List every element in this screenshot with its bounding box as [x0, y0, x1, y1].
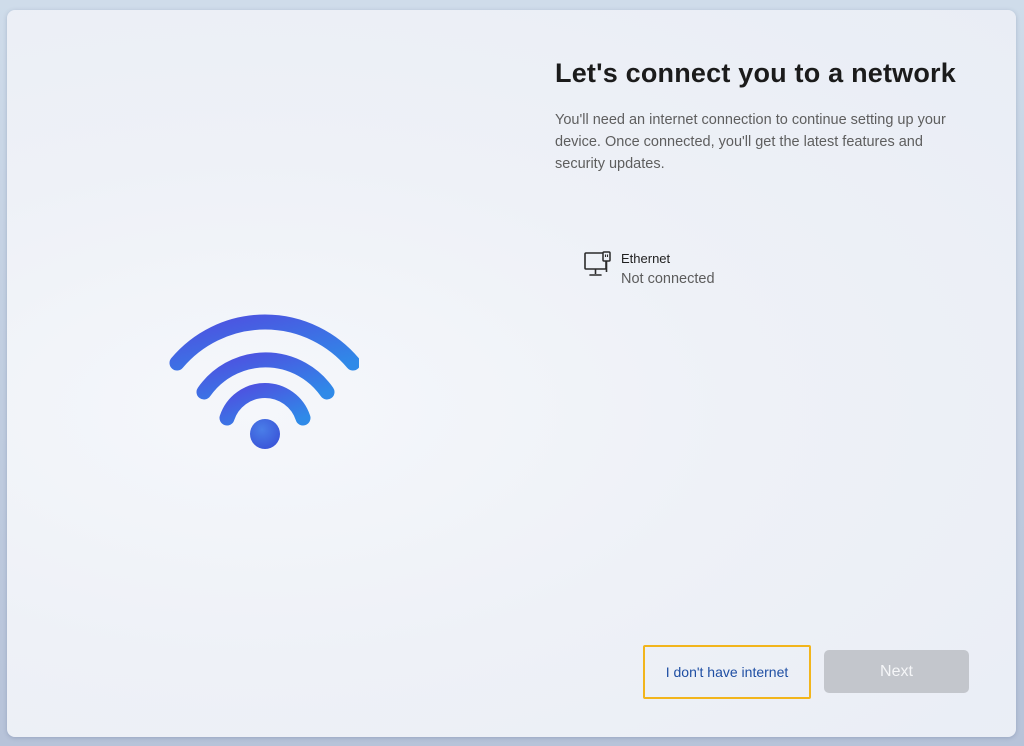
network-item-ethernet[interactable]: Ethernet Not connected — [577, 246, 721, 294]
ethernet-icon — [584, 251, 611, 276]
next-button[interactable]: Next — [824, 650, 969, 693]
network-item-text: Ethernet Not connected — [621, 250, 715, 290]
network-name: Ethernet — [621, 251, 671, 266]
page-title: Let's connect you to a network — [555, 58, 956, 88]
network-status: Not connected — [621, 271, 715, 287]
content-panel: Let's connect you to a network You'll ne… — [555, 56, 975, 287]
oobe-window: Let's connect you to a network You'll ne… — [7, 10, 1016, 737]
page-subtitle: You'll need an internet connection to co… — [555, 112, 946, 172]
no-internet-button[interactable]: I don't have internet — [643, 645, 811, 699]
wifi-icon — [169, 314, 359, 449]
